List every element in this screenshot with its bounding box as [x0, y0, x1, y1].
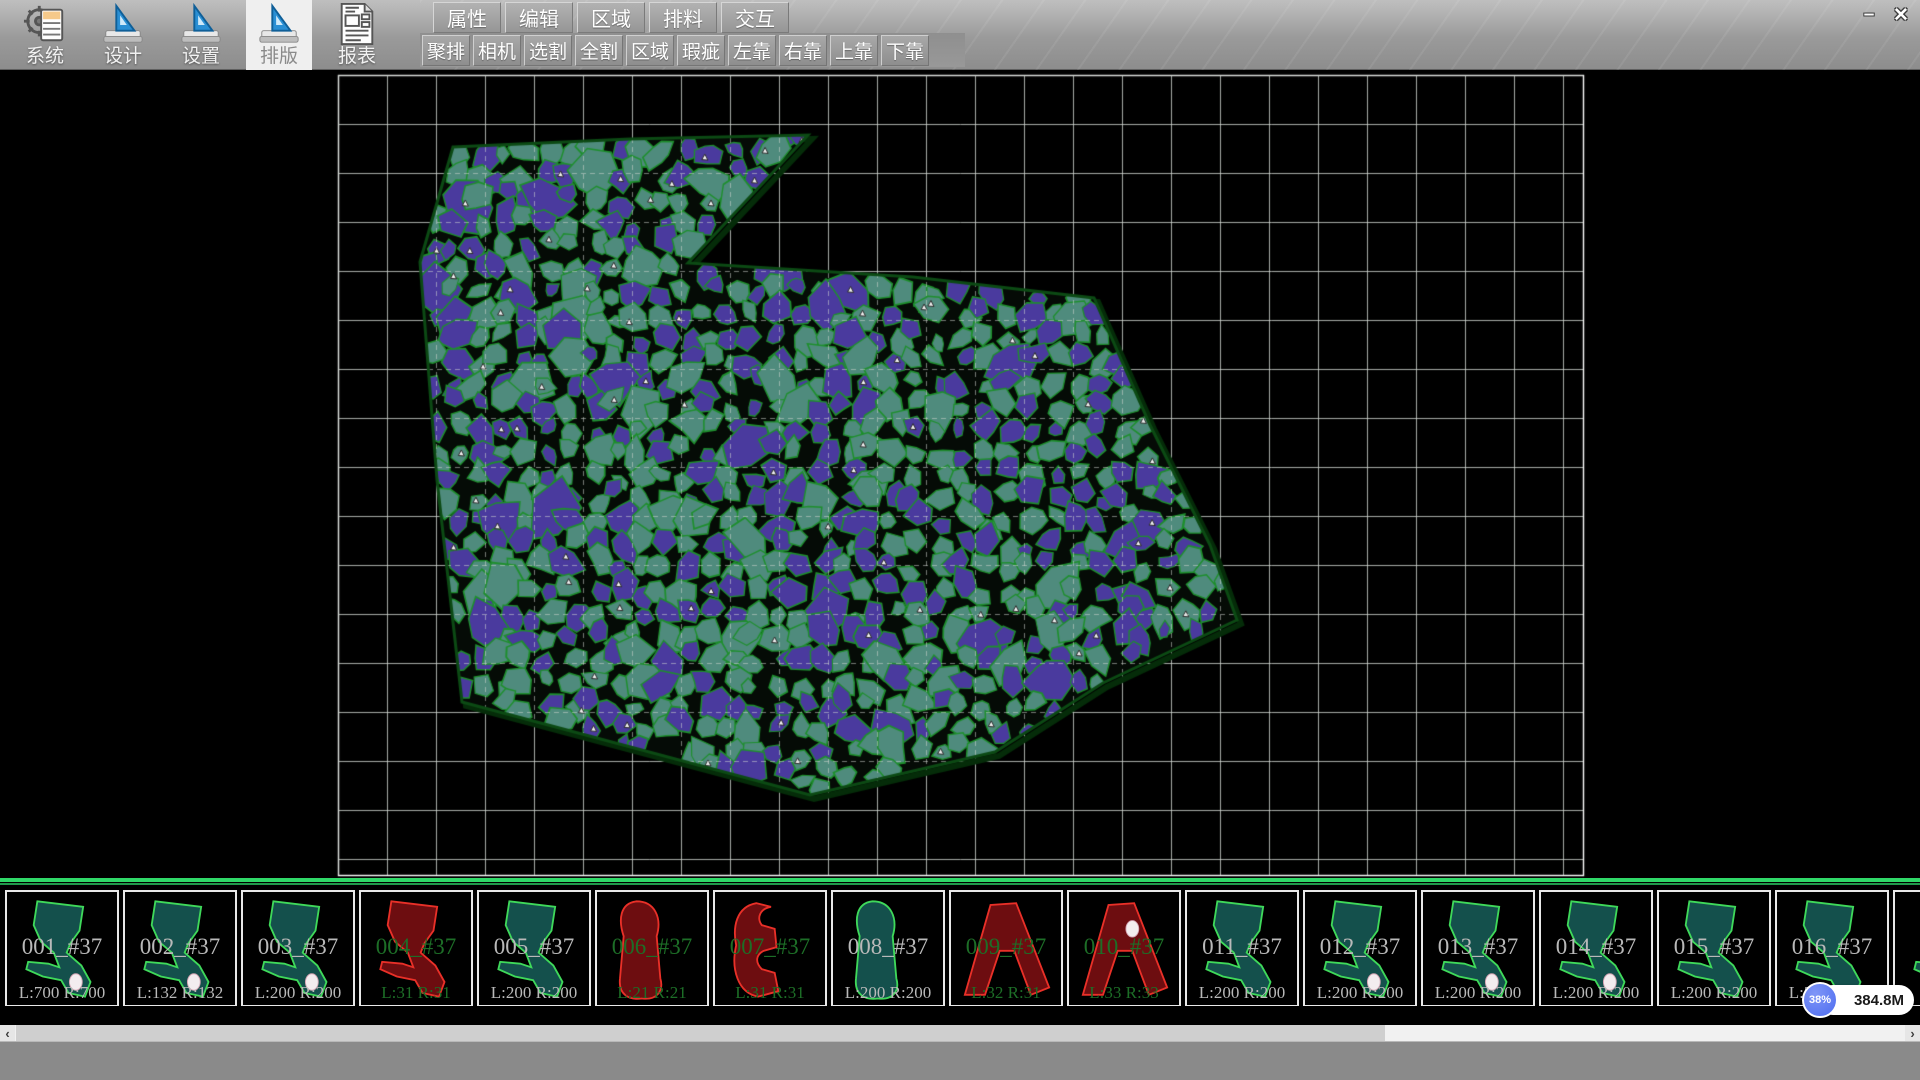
- piece-code: 005_#37: [479, 934, 589, 960]
- app-tab-1[interactable]: 系统: [12, 0, 78, 70]
- tool-button-10[interactable]: 下靠: [881, 35, 929, 66]
- piece-thumbnail-3[interactable]: 003_#37 L:200 R:200: [241, 890, 355, 1006]
- app-tab-4[interactable]: 排版: [246, 0, 312, 70]
- tool-button-4[interactable]: 全割: [575, 35, 623, 66]
- menu-item-4[interactable]: 排料: [649, 2, 717, 33]
- piece-thumbnail-12[interactable]: 012_#37 L:200 R:200: [1303, 890, 1417, 1006]
- piece-thumbnail-2[interactable]: 002_#37 L:132 R:132: [123, 890, 237, 1006]
- piece-lr-count: L:33 R:33: [1069, 983, 1179, 1003]
- nesting-canvas[interactable]: [0, 70, 1920, 878]
- piece-code: 012_#37: [1305, 934, 1415, 960]
- piece-lr-count: L:200 R:200: [243, 983, 353, 1003]
- piece-code: 003_#37: [243, 934, 353, 960]
- piece-code: 016_#37: [1777, 934, 1887, 960]
- titlebar: 系统 设计 设置 排版: [0, 0, 1920, 70]
- progress-percent-badge: 38%: [1802, 982, 1838, 1018]
- piece-thumbnail-6[interactable]: 006_#37 L:21 R:21: [595, 890, 709, 1006]
- tool-bar: 聚排相机选割全割区域瑕疵左靠右靠上靠下靠: [420, 33, 965, 67]
- piece-code: 009_#37: [951, 934, 1061, 960]
- piece-lr-count: L:200 R:200: [1659, 983, 1769, 1003]
- app-tab-3[interactable]: 设置: [168, 0, 234, 70]
- window-controls: – ✕: [1852, 2, 1916, 28]
- report-document-icon: [334, 2, 380, 46]
- piece-thumbnail-5[interactable]: 005_#37 L:200 R:200: [477, 890, 591, 1006]
- tool-button-7[interactable]: 左靠: [728, 35, 776, 66]
- piece-code: 014_#37: [1541, 934, 1651, 960]
- close-button[interactable]: ✕: [1886, 2, 1916, 28]
- piece-lr-count: L:200 R:200: [833, 983, 943, 1003]
- piece-code: 008_#37: [833, 934, 943, 960]
- piece-thumbnail-15[interactable]: 015_#37 L:200 R:200: [1657, 890, 1771, 1006]
- system-gear-icon: [22, 2, 68, 46]
- app-tab-label: 排版: [260, 46, 298, 68]
- app-tab-bar: 系统 设计 设置 排版: [0, 0, 390, 70]
- status-bar: [0, 1041, 1920, 1080]
- piece-thumbnail-10[interactable]: 010_#37 L:33 R:33: [1067, 890, 1181, 1006]
- piece-thumbnail-13[interactable]: 013_#37 L:200 R:200: [1421, 890, 1535, 1006]
- piece-code: 015_#37: [1659, 934, 1769, 960]
- horizontal-scrollbar[interactable]: ‹ ›: [0, 1025, 1920, 1041]
- piece-code: 0: [1895, 934, 1920, 960]
- piece-lr-count: L:200 R:200: [479, 983, 589, 1003]
- filmstrip-accent-line: [0, 883, 1920, 885]
- menu-bar: 属性编辑区域排料交互: [433, 2, 793, 33]
- scroll-left-icon[interactable]: ‹: [0, 1025, 15, 1041]
- tool-button-9[interactable]: 上靠: [830, 35, 878, 66]
- piece-lr-count: L:200 R:200: [1305, 983, 1415, 1003]
- piece-lr-count: L:200 R:200: [1187, 983, 1297, 1003]
- piece-code: 001_#37: [7, 934, 117, 960]
- piece-lr-count: L:32 R:31: [951, 983, 1061, 1003]
- app-tab-label: 设计: [104, 46, 142, 68]
- settings-setsquare-icon: [178, 2, 224, 46]
- menu-item-5[interactable]: 交互: [721, 2, 789, 33]
- piece-code: 007_#37: [715, 934, 825, 960]
- tool-button-6[interactable]: 瑕疵: [677, 35, 725, 66]
- piece-code: 013_#37: [1423, 934, 1533, 960]
- app-tab-label: 系统: [26, 46, 64, 68]
- tool-button-8[interactable]: 右靠: [779, 35, 827, 66]
- piece-lr-count: L:31 R:31: [715, 983, 825, 1003]
- piece-code: 002_#37: [125, 934, 235, 960]
- piece-thumbnail-9[interactable]: 009_#37 L:32 R:31: [949, 890, 1063, 1006]
- piece-lr-count: L:200 R:200: [1423, 983, 1533, 1003]
- piece-code: 004_#37: [361, 934, 471, 960]
- menu-item-3[interactable]: 区域: [577, 2, 645, 33]
- piece-lr-count: L:31 R:31: [361, 983, 471, 1003]
- menu-item-2[interactable]: 编辑: [505, 2, 573, 33]
- menu-item-1[interactable]: 属性: [433, 2, 501, 33]
- app-tab-5[interactable]: 报表: [324, 0, 390, 70]
- minimize-button[interactable]: –: [1854, 2, 1884, 28]
- piece-code: 010_#37: [1069, 934, 1179, 960]
- piece-code: 011_#37: [1187, 934, 1297, 960]
- piece-thumbnail-14[interactable]: 014_#37 L:200 R:200: [1539, 890, 1653, 1006]
- piece-thumbnail-11[interactable]: 011_#37 L:200 R:200: [1185, 890, 1299, 1006]
- piece-thumbnail-8[interactable]: 008_#37 L:200 R:200: [831, 890, 945, 1006]
- design-setsquare-icon: [100, 2, 146, 46]
- scroll-right-icon[interactable]: ›: [1905, 1025, 1920, 1041]
- piece-thumbnail-1[interactable]: 001_#37 L:700 R:700: [5, 890, 119, 1006]
- piece-thumbnail-7[interactable]: 007_#37 L:31 R:31: [713, 890, 827, 1006]
- app-tab-label: 设置: [182, 46, 220, 68]
- tool-button-5[interactable]: 区域: [626, 35, 674, 66]
- piece-lr-count: L:700 R:700: [7, 983, 117, 1003]
- piece-lr-count: L:200 R:200: [1541, 983, 1651, 1003]
- tool-button-3[interactable]: 选割: [524, 35, 572, 66]
- app-tab-2[interactable]: 设计: [90, 0, 156, 70]
- tool-button-2[interactable]: 相机: [473, 35, 521, 66]
- piece-filmstrip: 001_#37 L:700 R:700 002_#37 L:132 R:132 …: [0, 878, 1920, 1006]
- piece-thumbnail-4[interactable]: 004_#37 L:31 R:31: [359, 890, 473, 1006]
- piece-code: 006_#37: [597, 934, 707, 960]
- app-tab-label: 报表: [338, 46, 376, 68]
- memory-badge: 384.8M 38%: [1802, 982, 1920, 1018]
- nesting-setsquare-icon: [256, 2, 302, 46]
- piece-lr-count: L:21 R:21: [597, 983, 707, 1003]
- scrollbar-thumb[interactable]: [16, 1025, 1385, 1041]
- tool-button-1[interactable]: 聚排: [422, 35, 470, 66]
- piece-lr-count: L:132 R:132: [125, 983, 235, 1003]
